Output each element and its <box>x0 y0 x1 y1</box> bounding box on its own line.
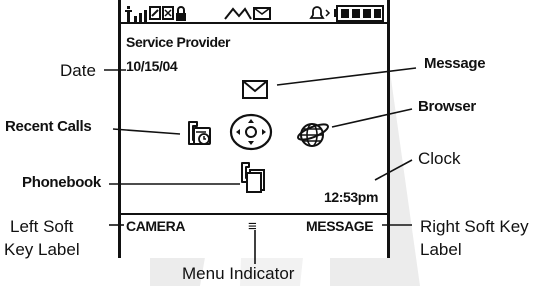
callout-phonebook: Phonebook <box>22 174 101 191</box>
callout-menu-indicator: Menu Indicator <box>182 264 295 283</box>
callout-date: Date <box>60 61 96 80</box>
callout-right-soft-key-line1: Right Soft Key <box>420 217 529 236</box>
callout-lines <box>104 67 417 264</box>
callout-left-soft-key-line2: Key Label <box>4 240 80 259</box>
callout-message: Message <box>424 55 486 72</box>
callout-browser: Browser <box>418 98 476 115</box>
callout-clock: Clock <box>418 149 461 168</box>
callout-right-soft-key-line2: Label <box>420 240 462 259</box>
callout-recent-calls: Recent Calls <box>5 118 92 135</box>
callout-left-soft-key-line1: Left Soft <box>10 217 74 236</box>
